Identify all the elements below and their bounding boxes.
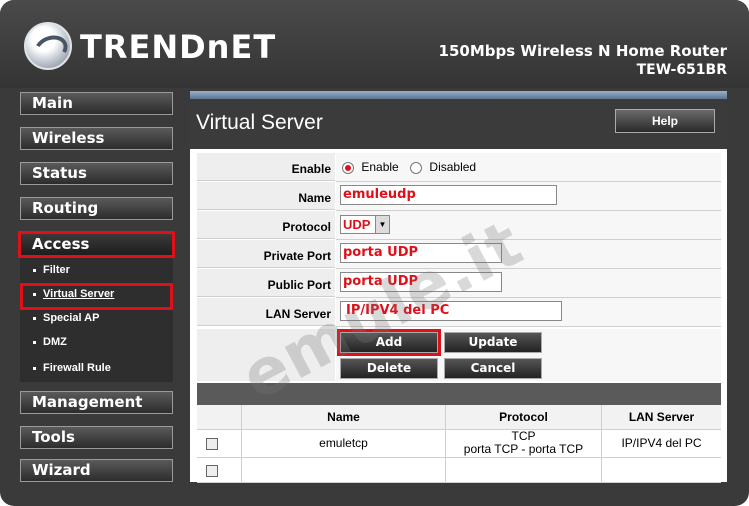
row-checkbox[interactable] bbox=[206, 465, 218, 477]
table-row[interactable]: emuletcp TCP porta TCP - porta TCP IP/IP… bbox=[197, 430, 721, 458]
help-button[interactable]: Help bbox=[615, 109, 715, 133]
lan-server-label: LAN Server bbox=[197, 298, 335, 326]
nav-routing[interactable]: Routing bbox=[20, 197, 173, 220]
column-name: Name bbox=[241, 405, 445, 429]
nav-access[interactable]: Access bbox=[18, 231, 175, 258]
nav-wizard[interactable]: Wizard bbox=[20, 459, 173, 482]
brand-logo-text: TRENDnET bbox=[80, 28, 277, 66]
enable-radio[interactable] bbox=[342, 161, 354, 174]
table-row-empty[interactable] bbox=[197, 458, 721, 483]
lan-server-row: LAN Server IP/IPV4 del PC bbox=[197, 298, 721, 327]
trendnet-logo-icon bbox=[24, 22, 72, 70]
enable-option-label: Enable bbox=[361, 160, 399, 174]
bullet-icon bbox=[33, 366, 36, 370]
section-divider bbox=[197, 383, 721, 405]
subnav-dmz[interactable]: DMZ bbox=[33, 336, 67, 348]
protocol-row: Protocol UDP ▼ bbox=[197, 211, 721, 240]
public-port-input[interactable]: porta UDP bbox=[340, 272, 502, 292]
column-lan-server: LAN Server bbox=[601, 405, 721, 429]
enable-label: Enable bbox=[197, 153, 335, 181]
column-protocol: Protocol bbox=[445, 405, 601, 429]
bullet-icon bbox=[33, 316, 36, 320]
disabled-radio[interactable] bbox=[410, 161, 423, 174]
subnav-filter[interactable]: Filter bbox=[33, 264, 70, 276]
server-table-header: Name Protocol LAN Server bbox=[197, 405, 721, 430]
private-port-row: Private Port porta UDP bbox=[197, 240, 721, 269]
private-port-input[interactable]: porta UDP bbox=[340, 243, 502, 263]
virtual-server-highlight bbox=[20, 283, 173, 310]
title-bar: Virtual Server Help bbox=[190, 99, 727, 149]
protocol-select[interactable]: UDP ▼ bbox=[340, 215, 390, 234]
protocol-label: Protocol bbox=[197, 211, 335, 239]
nav-wireless[interactable]: Wireless bbox=[20, 127, 173, 150]
access-submenu: Filter Virtual Server Special AP DMZ Fir… bbox=[20, 258, 173, 382]
disabled-option-label: Disabled bbox=[429, 160, 477, 174]
model-number: TEW-651BR bbox=[636, 62, 727, 78]
subnav-firewall-rule[interactable]: Firewall Rule bbox=[33, 362, 111, 374]
product-line: 150Mbps Wireless N Home Router bbox=[438, 42, 727, 60]
panel-top-bar bbox=[190, 91, 727, 99]
add-button[interactable]: Add bbox=[337, 329, 441, 356]
protocol-selected-value: UDP bbox=[343, 217, 371, 232]
header: TRENDnET 150Mbps Wireless N Home Router … bbox=[0, 0, 749, 88]
enable-options: Enable Disabled bbox=[336, 153, 721, 182]
page-title: Virtual Server bbox=[196, 111, 323, 134]
public-port-label: Public Port bbox=[197, 269, 335, 297]
enable-row: Enable Enable Disabled bbox=[197, 153, 721, 182]
private-port-label: Private Port bbox=[197, 240, 335, 268]
delete-button[interactable]: Delete bbox=[340, 358, 438, 379]
chevron-down-icon[interactable]: ▼ bbox=[375, 216, 389, 233]
row-ports: porta TCP - porta TCP bbox=[463, 442, 584, 456]
name-row: Name emuleudp bbox=[197, 182, 721, 211]
action-buttons-row: Add Update Delete Cancel bbox=[197, 329, 721, 381]
update-button[interactable]: Update bbox=[444, 332, 542, 353]
bullet-icon bbox=[33, 340, 36, 344]
name-input[interactable]: emuleudp bbox=[340, 185, 557, 205]
model-info: 150Mbps Wireless N Home Router TEW-651BR bbox=[439, 42, 727, 78]
nav-management[interactable]: Management bbox=[20, 391, 173, 414]
nav-status[interactable]: Status bbox=[20, 162, 173, 185]
bullet-icon bbox=[33, 268, 36, 272]
row-lan-server: IP/IPV4 del PC bbox=[601, 430, 721, 457]
subnav-special-ap[interactable]: Special AP bbox=[33, 312, 99, 324]
nav-tools[interactable]: Tools bbox=[20, 426, 173, 449]
lan-server-input[interactable]: IP/IPV4 del PC bbox=[340, 301, 562, 321]
row-name: emuletcp bbox=[241, 430, 445, 457]
router-admin-window: TRENDnET 150Mbps Wireless N Home Router … bbox=[0, 0, 749, 506]
public-port-row: Public Port porta UDP bbox=[197, 269, 721, 298]
row-checkbox[interactable] bbox=[206, 438, 218, 450]
name-label: Name bbox=[197, 182, 335, 210]
main-panel: Virtual Server Help Enable Enable Disabl… bbox=[190, 91, 727, 483]
nav-main[interactable]: Main bbox=[20, 92, 173, 115]
cancel-button[interactable]: Cancel bbox=[444, 358, 542, 379]
